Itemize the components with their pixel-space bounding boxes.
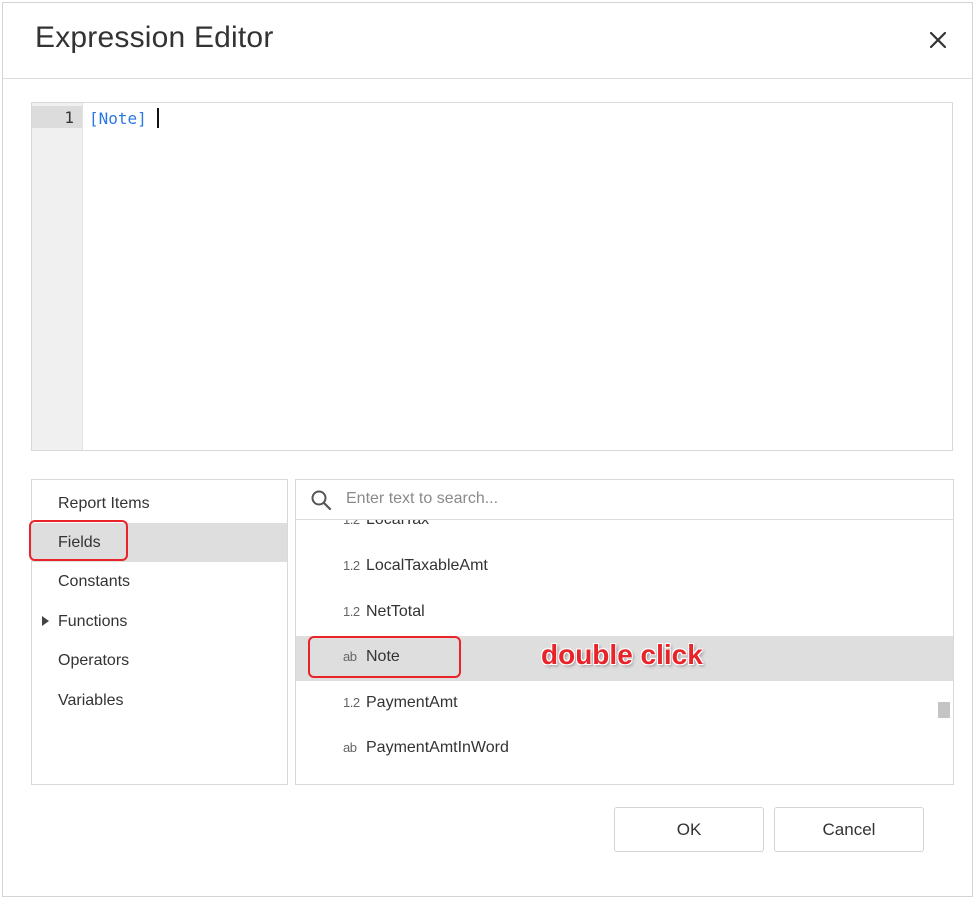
numeric-type-icon: 1.2 [343, 604, 360, 619]
close-icon [929, 31, 947, 49]
cancel-button[interactable]: Cancel [774, 807, 924, 852]
field-name: NetTotal [366, 603, 425, 620]
dialog-title: Expression Editor [35, 21, 274, 54]
field-name: PaymentAmtInWord [366, 739, 509, 756]
field-item-nettotal[interactable]: 1.2 NetTotal [296, 591, 953, 636]
category-label: Functions [58, 613, 128, 630]
search-input[interactable] [346, 488, 936, 510]
fields-highlight-callout [29, 520, 128, 561]
search-icon [311, 490, 332, 511]
category-variables[interactable]: Variables [32, 681, 287, 720]
code-line[interactable]: [Note] [89, 108, 159, 128]
category-label: Operators [58, 652, 130, 669]
close-button[interactable] [923, 25, 953, 55]
category-operators[interactable]: Operators [32, 641, 287, 680]
field-item-paymentamtinword[interactable]: ab PaymentAmtInWord [296, 727, 953, 772]
category-label: Constants [58, 573, 131, 590]
double-click-annotation: double click [541, 639, 703, 670]
note-highlight-callout [308, 636, 461, 678]
expand-arrow-icon[interactable] [42, 616, 49, 626]
text-caret [156, 108, 159, 128]
line-number-gutter: 1 [32, 103, 83, 450]
field-item-paymentamt[interactable]: 1.2 PaymentAmt [296, 682, 953, 727]
ok-button[interactable]: OK [614, 807, 764, 852]
field-item-localtaxableamt[interactable]: 1.2 LocalTaxableAmt [296, 545, 953, 590]
search-bar [296, 480, 953, 520]
expression-code-editor[interactable]: 1 [Note] [31, 102, 953, 451]
numeric-type-icon: 1.2 [343, 558, 360, 573]
fields-list-panel: 1.2 LocalTax 1.2 LocalTaxableAmt 1.2 Net… [295, 479, 954, 785]
code-text: [Note] [89, 109, 147, 128]
category-functions[interactable]: Functions [32, 602, 287, 641]
category-report-items[interactable]: Report Items [32, 484, 287, 523]
scrollbar-thumb[interactable] [938, 702, 950, 718]
numeric-type-icon: 1.2 [343, 695, 360, 710]
field-name: PaymentAmt [366, 694, 458, 711]
expression-editor-dialog: Expression Editor 1 [Note] Report Items … [2, 2, 973, 897]
string-type-icon: ab [343, 740, 357, 755]
category-constants[interactable]: Constants [32, 562, 287, 601]
field-name: LocalTaxableAmt [366, 557, 488, 574]
line-number: 1 [64, 108, 74, 127]
category-label: Report Items [58, 495, 150, 512]
dialog-header: Expression Editor [3, 3, 972, 79]
category-label: Variables [58, 692, 124, 709]
active-line-highlight: 1 [32, 106, 82, 128]
